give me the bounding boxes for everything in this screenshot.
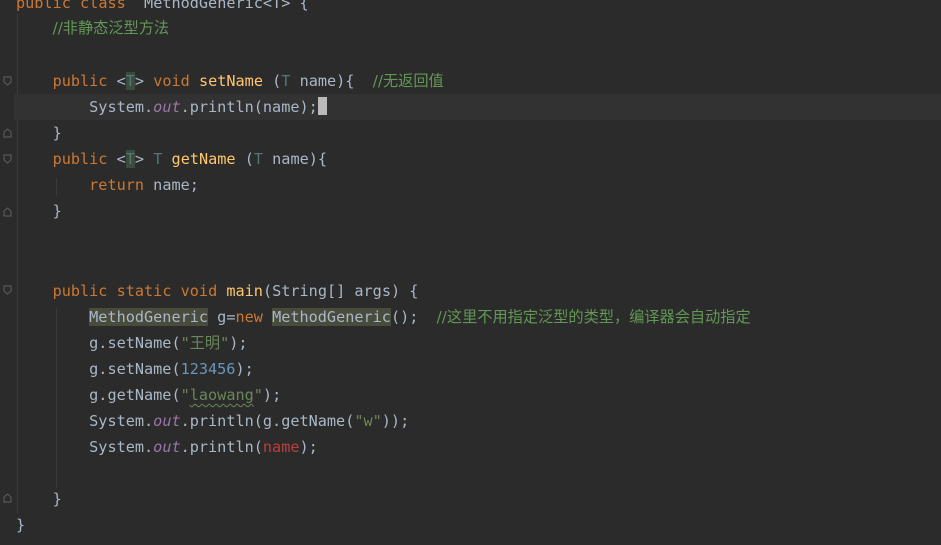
- keyword: void: [153, 72, 190, 90]
- code-text: <: [116, 72, 126, 90]
- code-line[interactable]: public static void main(String[] args) {: [16, 278, 419, 304]
- fold-marker-icon[interactable]: [3, 76, 12, 86]
- code-text: ));: [381, 412, 410, 430]
- code-text: }: [52, 490, 62, 508]
- code-text: name){: [290, 72, 373, 90]
- fold-marker-icon[interactable]: [3, 493, 12, 503]
- keyword: return: [89, 176, 145, 194]
- class-reference: MethodGeneric: [89, 308, 209, 326]
- method-name: main: [226, 282, 263, 300]
- comment: //无返回值: [372, 72, 444, 90]
- string-literal: "w": [354, 412, 382, 430]
- type-parameter: T: [253, 150, 264, 168]
- code-text: g=: [208, 308, 236, 326]
- code-line[interactable]: MethodGeneric g=new MethodGeneric(); //这…: [16, 304, 751, 330]
- code-line[interactable]: g.setName("王明");: [16, 330, 248, 356]
- type-params: <T>: [262, 0, 291, 12]
- code-line[interactable]: public class MethodGeneric<T> {: [16, 0, 309, 16]
- code-text: );: [235, 360, 254, 378]
- fold-marker-icon[interactable]: [3, 207, 12, 217]
- keyword: public: [16, 0, 71, 12]
- type-parameter: T: [125, 150, 135, 168]
- code-text: (: [235, 150, 254, 168]
- code-line[interactable]: System.out.println(name);: [16, 434, 318, 460]
- code-text: System.: [89, 438, 154, 456]
- code-line[interactable]: System.out.println(name);: [16, 94, 327, 120]
- fold-marker-icon[interactable]: [3, 128, 12, 138]
- class-name: MethodGeneric: [144, 0, 263, 12]
- class-reference: MethodGeneric: [272, 308, 391, 326]
- static-field: out: [153, 438, 181, 456]
- string-literal: "王明": [180, 334, 230, 352]
- code-text: <: [116, 150, 126, 168]
- code-line[interactable]: g.setName(123456);: [16, 356, 254, 382]
- static-field: out: [153, 98, 181, 116]
- code-text: g.getName(: [89, 386, 181, 404]
- code-line[interactable]: }: [16, 512, 25, 538]
- code-text: .println(g.getName(: [180, 412, 355, 430]
- string-quote: ": [253, 386, 263, 404]
- code-text: ();: [390, 308, 437, 326]
- code-line[interactable]: }: [16, 198, 62, 224]
- keyword: static: [116, 282, 172, 300]
- code-line[interactable]: g.getName("laowang");: [16, 382, 281, 408]
- fold-marker-icon[interactable]: [3, 154, 12, 164]
- code-text: (String[] args) {: [262, 282, 419, 300]
- method-name: getName: [171, 150, 236, 168]
- string-literal: laowang: [189, 386, 254, 404]
- comment: //这里不用指定泛型的类型，编译器会自动指定: [436, 308, 751, 326]
- text-cursor: [317, 97, 327, 115]
- code-line[interactable]: }: [16, 120, 62, 146]
- code-text: System.: [89, 412, 154, 430]
- code-text: >: [134, 150, 145, 168]
- keyword: public: [52, 72, 108, 90]
- code-text: {: [290, 0, 309, 12]
- keyword: public: [52, 150, 108, 168]
- code-editor[interactable]: public class MethodGeneric<T> { //非静态泛型方…: [0, 0, 941, 545]
- code-text: );: [229, 334, 248, 352]
- string-quote: ": [180, 386, 190, 404]
- code-text: name;: [144, 176, 199, 194]
- keyword: void: [180, 282, 218, 300]
- code-text: }: [16, 516, 26, 534]
- code-line[interactable]: public <T> void setName (T name){ //无返回值: [16, 68, 444, 94]
- number-literal: 123456: [180, 360, 236, 378]
- keyword: public: [52, 282, 108, 300]
- code-text: }: [52, 124, 62, 142]
- code-text: System.: [89, 98, 154, 116]
- code-line[interactable]: return name;: [16, 172, 199, 198]
- code-text: .println(name);: [180, 98, 318, 116]
- fold-marker-icon[interactable]: [3, 285, 12, 295]
- static-field: out: [153, 412, 181, 430]
- code-line[interactable]: public <T> T getName (T name){: [16, 146, 327, 172]
- code-line[interactable]: System.out.println(g.getName("w"));: [16, 408, 409, 434]
- code-text: name){: [263, 150, 328, 168]
- code-text: );: [299, 438, 318, 456]
- code-text: g.setName(: [89, 334, 181, 352]
- method-name: setName: [198, 72, 263, 90]
- unresolved-symbol: name: [262, 438, 300, 456]
- code-text: .println(: [180, 438, 263, 456]
- type-parameter: T: [125, 72, 135, 90]
- code-text: }: [52, 202, 62, 220]
- code-text: >: [134, 72, 145, 90]
- code-line[interactable]: //非静态泛型方法: [16, 15, 170, 41]
- code-text: g.setName(: [89, 360, 181, 378]
- type-parameter: T: [153, 150, 163, 168]
- keyword: class: [80, 0, 126, 12]
- keyword: new: [235, 308, 263, 326]
- comment: //非静态泛型方法: [52, 19, 170, 37]
- code-text: );: [262, 386, 282, 404]
- code-line[interactable]: }: [16, 486, 62, 512]
- code-text: (: [262, 72, 282, 90]
